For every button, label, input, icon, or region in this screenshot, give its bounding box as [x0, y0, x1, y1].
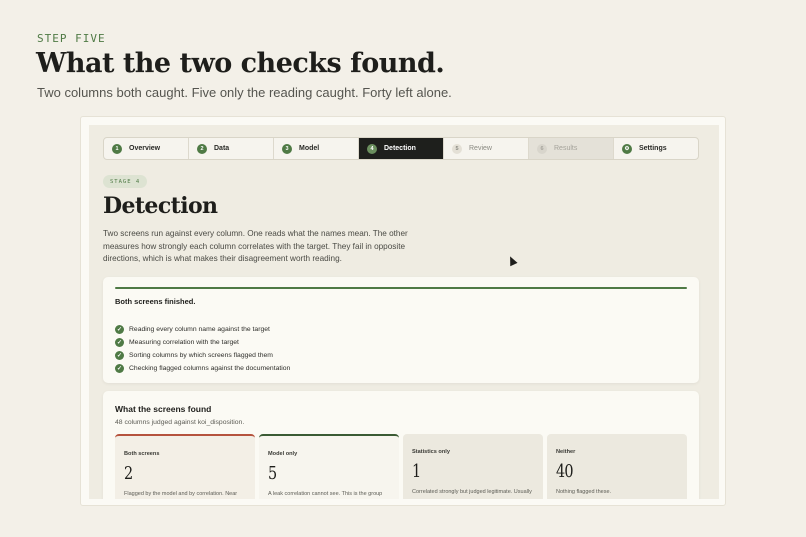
findings-tiles: Both screens 2 Flagged by the model and … — [115, 434, 687, 499]
step-label: Data — [214, 145, 230, 152]
check-icon: ✓ — [115, 325, 124, 334]
tile-count: 5 — [268, 463, 277, 484]
step-number: 1 — [112, 143, 122, 154]
tile-label: Neither — [556, 449, 576, 455]
findings-card: What the screens found 48 columns judged… — [103, 391, 699, 499]
step-number: 6 — [537, 143, 547, 154]
step-eyebrow: STEP FIVE — [37, 32, 106, 45]
list-item-label: Measuring correlation with the target — [129, 339, 239, 346]
stage-description: Two screens run against every column. On… — [103, 229, 408, 263]
step-label: Settings — [639, 145, 667, 152]
page-headline: What the two checks found. — [36, 48, 445, 79]
step-label: Model — [299, 145, 320, 152]
tile-description: A leak correlation cannot see. This is t… — [268, 491, 383, 497]
check-icon: ✓ — [115, 351, 124, 360]
step-model[interactable]: 3 Model — [274, 138, 359, 159]
tile-description: Flagged by the model and by correlation.… — [124, 491, 238, 497]
step-detection[interactable]: 4 Detection — [359, 138, 444, 159]
tile-neither[interactable]: Neither 40 Nothing flagged these. — [547, 434, 687, 499]
step-data[interactable]: 2 Data — [189, 138, 274, 159]
step-label: Overview — [129, 145, 161, 152]
tile-count: 40 — [556, 461, 574, 482]
list-item: ✓ Checking flagged columns against the d… — [115, 362, 290, 375]
step-label: Results — [554, 145, 578, 152]
check-icon: ✓ — [115, 338, 124, 347]
step-label: Review — [469, 145, 492, 152]
stage-title: Detection — [103, 193, 218, 219]
tile-statistics-only[interactable]: Statistics only 1 Correlated strongly bu… — [403, 434, 543, 499]
progress-bar — [115, 287, 687, 289]
progress-checklist: ✓ Reading every column name against the … — [115, 323, 290, 375]
step-number: 4 — [367, 143, 377, 154]
step-settings[interactable]: ⚙ Settings — [614, 138, 698, 159]
list-item-label: Reading every column name against the ta… — [129, 326, 270, 333]
page-subline: Two columns both caught. Five only the r… — [37, 85, 452, 100]
tile-model-only[interactable]: Model only 5 A leak correlation cannot s… — [259, 434, 399, 499]
list-item-label: Sorting columns by which screens flagged… — [129, 352, 273, 359]
app-window: 1 Overview 2 Data 3 Model 4 Detection 5 … — [89, 125, 719, 499]
findings-title: What the screens found — [115, 404, 212, 414]
gear-icon: ⚙ — [622, 143, 632, 154]
step-overview[interactable]: 1 Overview — [104, 138, 189, 159]
tile-both-screens[interactable]: Both screens 2 Flagged by the model and … — [115, 434, 255, 499]
step-number: 2 — [197, 143, 207, 154]
tile-label: Both screens — [124, 451, 160, 457]
tile-description: Correlated strongly but judged legitimat… — [412, 489, 532, 495]
list-item: ✓ Reading every column name against the … — [115, 323, 290, 336]
findings-subtitle: 48 columns judged against koi_dispositio… — [115, 419, 245, 426]
step-review[interactable]: 5 Review — [444, 138, 529, 159]
list-item-label: Checking flagged columns against the doc… — [129, 365, 291, 372]
tile-description: Nothing flagged these. — [556, 489, 612, 495]
step-results: 6 Results — [529, 138, 614, 159]
app-frame: 1 Overview 2 Data 3 Model 4 Detection 5 … — [80, 116, 726, 506]
step-number: 5 — [452, 143, 462, 154]
stage-badge: STAGE 4 — [103, 175, 148, 188]
list-item: ✓ Sorting columns by which screens flagg… — [115, 349, 290, 362]
progress-title: Both screens finished. — [115, 297, 196, 306]
stage-stepper: 1 Overview 2 Data 3 Model 4 Detection 5 … — [103, 137, 699, 160]
step-number: 3 — [282, 143, 292, 154]
tile-count: 2 — [124, 463, 133, 484]
progress-card: Both screens finished. ✓ Reading every c… — [103, 277, 699, 383]
tile-label: Model only — [268, 451, 298, 457]
tile-count: 1 — [412, 461, 421, 482]
tile-label: Statistics only — [412, 449, 450, 455]
check-icon: ✓ — [115, 364, 124, 373]
step-label: Detection — [384, 145, 416, 152]
list-item: ✓ Measuring correlation with the target — [115, 336, 290, 349]
